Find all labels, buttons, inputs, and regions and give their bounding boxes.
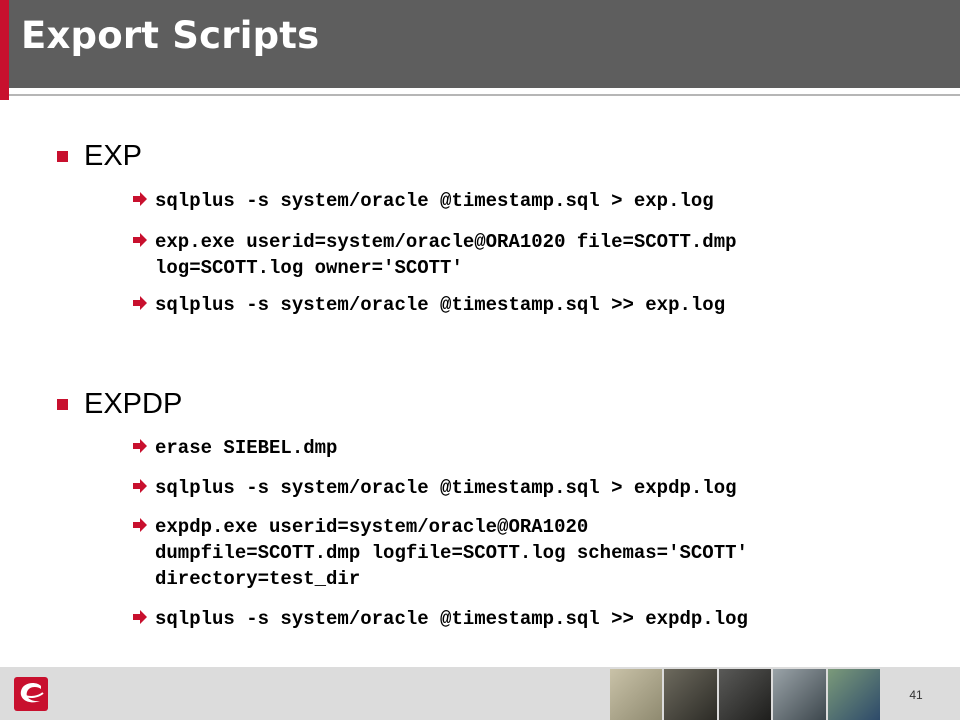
red-square-icon — [57, 398, 68, 410]
arrow-right-icon — [133, 610, 147, 624]
arrow-right-icon — [133, 439, 147, 453]
command-item: sqlplus -s system/oracle @timestamp.sql … — [133, 292, 725, 318]
photo-keyboard — [610, 669, 663, 720]
slide-title: Export Scripts — [21, 14, 320, 57]
command-item: erase SIEBEL.dmp — [133, 435, 337, 461]
command-item: exp.exe userid=system/oracle@ORA1020 fil… — [133, 229, 737, 281]
command-text: exp.exe userid=system/oracle@ORA1020 fil… — [155, 231, 737, 279]
title-accent-stripe — [0, 0, 9, 100]
section-heading: EXPDP — [84, 387, 183, 420]
section-expdp: EXPDP — [57, 386, 182, 422]
command-text: sqlplus -s system/oracle @timestamp.sql … — [155, 608, 748, 630]
command-item: sqlplus -s system/oracle @timestamp.sql … — [133, 475, 737, 501]
company-logo-icon — [14, 677, 48, 711]
page-number: 41 — [909, 688, 923, 702]
photo-people — [773, 669, 826, 720]
photo-chair — [664, 669, 717, 720]
command-text: sqlplus -s system/oracle @timestamp.sql … — [155, 477, 737, 499]
arrow-right-icon — [133, 518, 147, 532]
section-exp: EXP — [57, 138, 142, 174]
command-item: sqlplus -s system/oracle @timestamp.sql … — [133, 606, 748, 632]
command-text: erase SIEBEL.dmp — [155, 437, 338, 459]
arrow-right-icon — [133, 233, 147, 247]
arrow-right-icon — [133, 192, 147, 206]
arrow-right-icon — [133, 296, 147, 310]
red-square-icon — [57, 150, 68, 162]
section-heading: EXP — [84, 139, 143, 172]
command-text: sqlplus -s system/oracle @timestamp.sql … — [155, 190, 714, 212]
photo-office — [718, 669, 772, 720]
command-item: sqlplus -s system/oracle @timestamp.sql … — [133, 188, 714, 214]
command-item: expdp.exe userid=system/oracle@ORA1020 d… — [133, 514, 748, 592]
command-text: sqlplus -s system/oracle @timestamp.sql … — [155, 294, 726, 316]
arrow-right-icon — [133, 479, 147, 493]
command-text: expdp.exe userid=system/oracle@ORA1020 d… — [155, 516, 748, 590]
footer-photo-strip — [610, 669, 881, 720]
title-divider — [9, 94, 960, 96]
photo-globe — [827, 669, 881, 720]
